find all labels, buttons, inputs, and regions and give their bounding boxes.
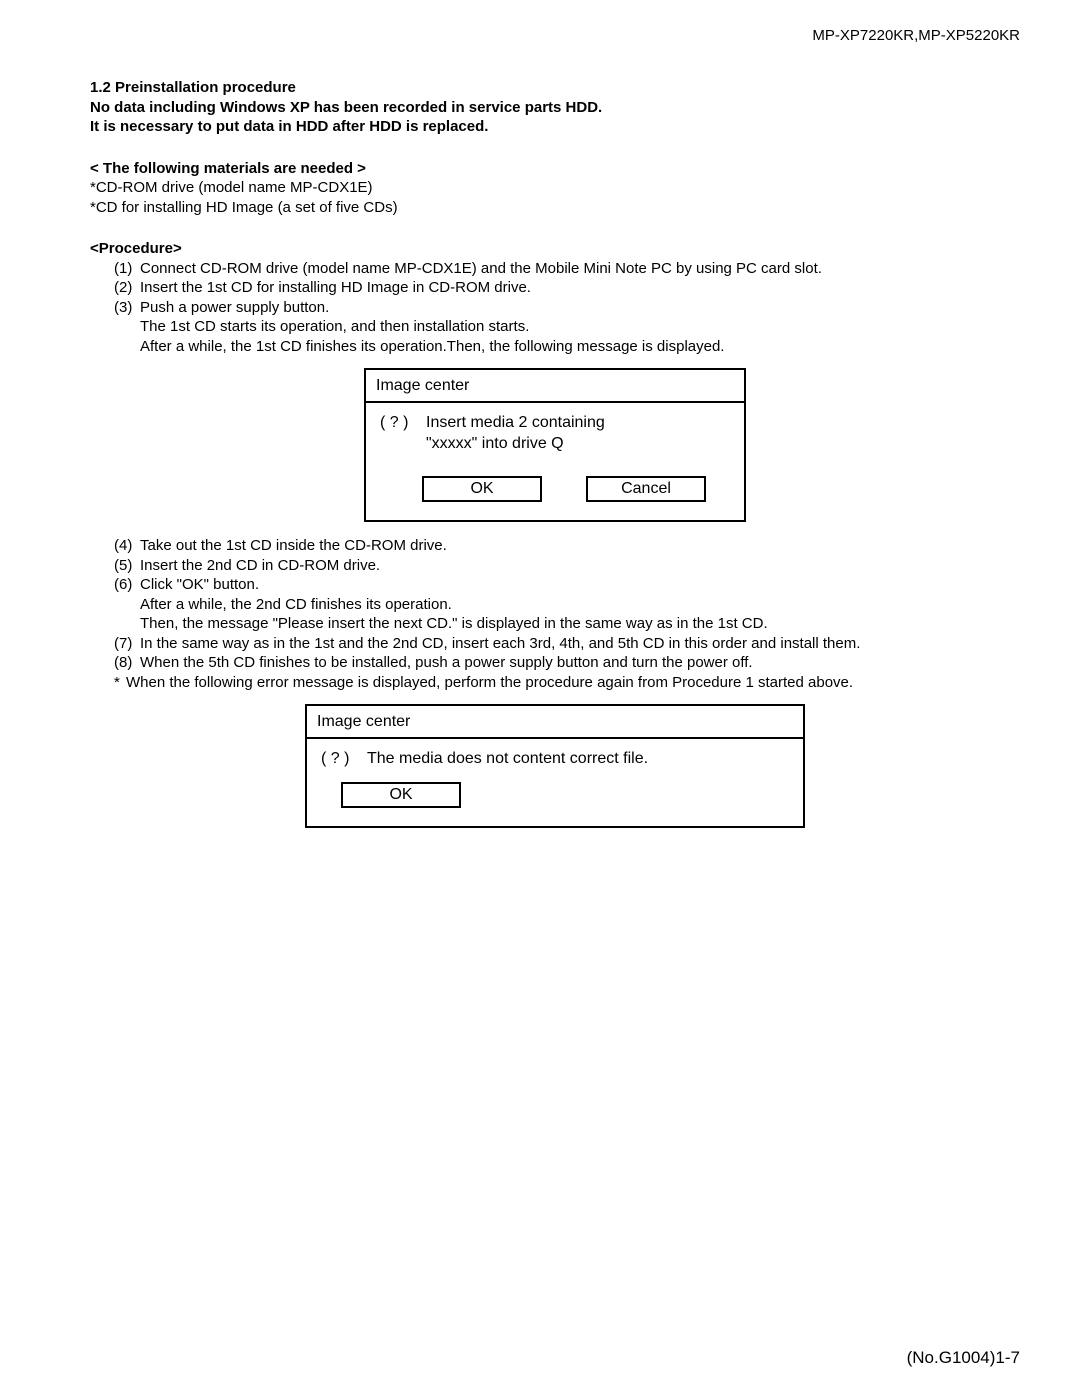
step-text: Insert the 1st CD for installing HD Imag… <box>140 278 1020 298</box>
dialog-image-center-insert: Image center ( ? ) Insert media 2 contai… <box>364 368 746 522</box>
question-icon: ( ? ) <box>380 413 426 455</box>
step-number: (3) <box>114 298 140 318</box>
intro-line-2: It is necessary to put data in HDD after… <box>90 117 1020 137</box>
dialog-body: ( ? ) Insert media 2 containing "xxxxx" … <box>366 403 744 521</box>
step-number: (6) <box>114 575 140 595</box>
procedure-step: (1) Connect CD-ROM drive (model name MP-… <box>90 259 1020 279</box>
dialog-message: ( ? ) Insert media 2 containing "xxxxx" … <box>380 413 730 455</box>
step-number: (5) <box>114 556 140 576</box>
step-text: Insert the 2nd CD in CD-ROM drive. <box>140 556 1020 576</box>
ok-button[interactable]: OK <box>422 476 542 502</box>
dialog-buttons: OK <box>321 782 789 808</box>
page-number: (No.G1004)1-7 <box>907 1347 1020 1369</box>
step-number: (2) <box>114 278 140 298</box>
page: MP-XP7220KR,MP-XP5220KR 1.2 Preinstallat… <box>0 0 1080 1397</box>
step-text: Take out the 1st CD inside the CD-ROM dr… <box>140 536 1020 556</box>
dialog-message-text: The media does not content correct file. <box>367 749 789 770</box>
step-text: In the same way as in the 1st and the 2n… <box>140 634 1020 654</box>
section: 1.2 Preinstallation procedure No data in… <box>90 78 1020 828</box>
intro-line-1: No data including Windows XP has been re… <box>90 98 1020 118</box>
dialog-message-line-2: "xxxxx" into drive Q <box>426 434 730 455</box>
step-text: Connect CD-ROM drive (model name MP-CDX1… <box>140 259 1020 279</box>
procedure-block: <Procedure> (1) Connect CD-ROM drive (mo… <box>90 239 1020 828</box>
dialog-message: ( ? ) The media does not content correct… <box>321 749 789 770</box>
dialog-message-line-1: Insert media 2 containing <box>426 413 730 434</box>
dialog-buttons: OK Cancel <box>380 476 730 502</box>
materials-item-1: *CD-ROM drive (model name MP-CDX1E) <box>90 178 1020 198</box>
step-continuation: After a while, the 1st CD finishes its o… <box>90 337 1020 357</box>
step-continuation: The 1st CD starts its operation, and the… <box>90 317 1020 337</box>
step-number: (7) <box>114 634 140 654</box>
procedure-step: (6) Click "OK" button. <box>90 575 1020 595</box>
star-icon: * <box>114 673 126 693</box>
dialog-image-center-error: Image center ( ? ) The media does not co… <box>305 704 805 828</box>
step-continuation: After a while, the 2nd CD finishes its o… <box>90 595 1020 615</box>
procedure-step: (3) Push a power supply button. <box>90 298 1020 318</box>
dialog-title: Image center <box>366 370 744 403</box>
procedure-step: (7) In the same way as in the 1st and th… <box>90 634 1020 654</box>
materials-item-2: *CD for installing HD Image (a set of fi… <box>90 198 1020 218</box>
materials-block: < The following materials are needed > *… <box>90 159 1020 218</box>
procedure-step: (8) When the 5th CD finishes to be insta… <box>90 653 1020 673</box>
section-title: 1.2 Preinstallation procedure <box>90 78 1020 98</box>
step-text: When the 5th CD finishes to be installed… <box>140 653 1020 673</box>
header-model: MP-XP7220KR,MP-XP5220KR <box>812 26 1020 46</box>
step-continuation: Then, the message "Please insert the nex… <box>90 614 1020 634</box>
question-icon: ( ? ) <box>321 749 367 770</box>
procedure-step: (4) Take out the 1st CD inside the CD-RO… <box>90 536 1020 556</box>
cancel-button[interactable]: Cancel <box>586 476 706 502</box>
step-text: Push a power supply button. <box>140 298 1020 318</box>
step-text: Click "OK" button. <box>140 575 1020 595</box>
ok-button[interactable]: OK <box>341 782 461 808</box>
step-number: (1) <box>114 259 140 279</box>
materials-heading: < The following materials are needed > <box>90 159 1020 179</box>
procedure-step: (2) Insert the 1st CD for installing HD … <box>90 278 1020 298</box>
dialog-body: ( ? ) The media does not content correct… <box>307 739 803 826</box>
dialog-message-text: Insert media 2 containing "xxxxx" into d… <box>426 413 730 455</box>
step-number: (4) <box>114 536 140 556</box>
step-number: (8) <box>114 653 140 673</box>
procedure-step: (5) Insert the 2nd CD in CD-ROM drive. <box>90 556 1020 576</box>
procedure-note: * When the following error message is di… <box>90 673 1020 693</box>
procedure-heading: <Procedure> <box>90 239 1020 259</box>
dialog-title: Image center <box>307 706 803 739</box>
note-text: When the following error message is disp… <box>126 673 1020 693</box>
